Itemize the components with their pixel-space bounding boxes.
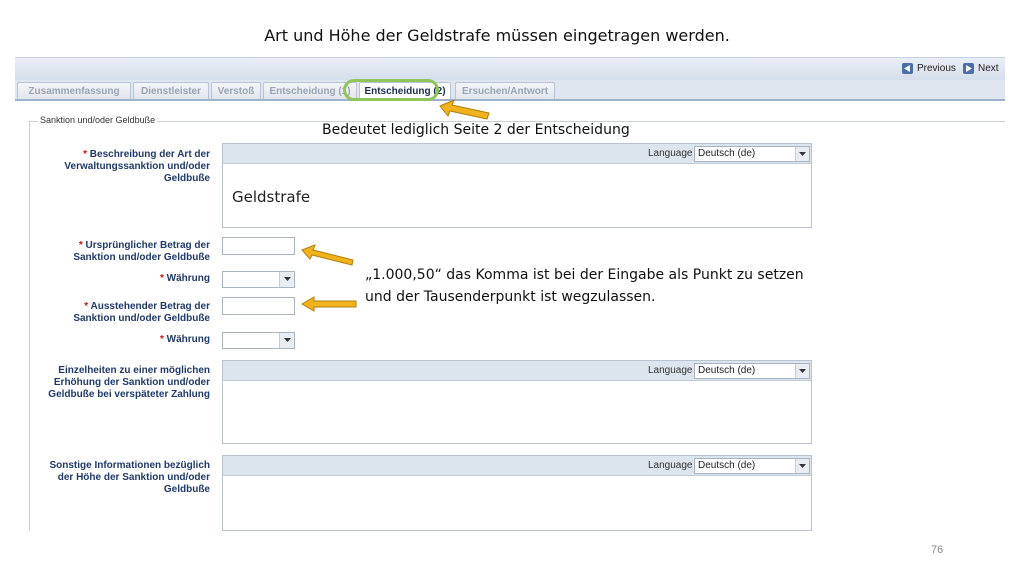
next-button[interactable]: Next [963, 63, 999, 74]
beschreibung-label: * Beschreibung der Art der Verwaltungssa… [40, 149, 210, 185]
sonstige-language-select[interactable]: Deutsch (de) [694, 458, 810, 474]
chevron-down-icon [795, 364, 809, 378]
tab-entscheidung-1[interactable]: Entscheidung (1) [263, 82, 357, 99]
amount-note: „1.000,50“ das Komma ist bei der Eingabe… [365, 264, 804, 308]
chevron-down-icon [795, 147, 809, 161]
arrow-right-icon [963, 63, 974, 74]
toolbar: Previous Next [15, 57, 1005, 80]
chevron-down-icon [279, 272, 294, 287]
language-label: Language [648, 460, 693, 471]
language-value: Deutsch (de) [698, 365, 756, 376]
tab-bar: Zusammenfassung Dienstleister Verstoß En… [15, 80, 1005, 101]
amount-note-arrow-1 [301, 244, 354, 266]
required-marker: * [159, 273, 164, 284]
required-marker: * [83, 149, 87, 160]
previous-label: Previous [917, 63, 956, 74]
tab-entscheidung-2[interactable]: Entscheidung (2) [359, 82, 451, 99]
language-value: Deutsch (de) [698, 148, 756, 159]
ausstehender-betrag-input[interactable] [222, 297, 295, 315]
urspruenglicher-betrag-label-text: Ursprünglicher Betrag der Sanktion und/o… [73, 240, 210, 263]
page-number: 76 [931, 544, 944, 556]
previous-button[interactable]: Previous [902, 63, 956, 74]
tab-ersuchen-antwort[interactable]: Ersuchen/Antwort [455, 82, 555, 99]
required-marker: * [78, 240, 83, 251]
waehrung-1-select[interactable] [222, 271, 295, 288]
chevron-down-icon [795, 459, 809, 473]
sanktion-legend: Sanktion und/oder Geldbuße [38, 115, 158, 125]
waehrung-1-label-text: Währung [166, 273, 210, 284]
amount-note-line-2: und der Tausenderpunkt ist wegzulassen. [365, 289, 656, 305]
einzelheiten-field[interactable]: Language Deutsch (de) [222, 360, 812, 444]
slide-title: Art und Höhe der Geldstrafe müssen einge… [264, 26, 730, 45]
sonstige-language-bar: Language Deutsch (de) [223, 456, 811, 476]
waehrung-2-select[interactable] [222, 332, 295, 349]
amount-note-arrow-2 [301, 296, 357, 312]
waehrung-1-label: * Währung [40, 273, 210, 285]
urspruenglicher-betrag-label: * Ursprünglicher Betrag der Sanktion und… [40, 240, 210, 264]
language-label: Language [648, 148, 693, 159]
tab-dienstleister[interactable]: Dienstleister [133, 82, 209, 99]
einzelheiten-language-select[interactable]: Deutsch (de) [694, 363, 810, 379]
language-value: Deutsch (de) [698, 460, 756, 471]
required-marker: * [84, 301, 89, 312]
waehrung-2-label-text: Währung [166, 334, 210, 345]
ausstehender-betrag-label: * Ausstehender Betrag der Sanktion und/o… [40, 301, 210, 325]
waehrung-2-label: * Währung [40, 334, 210, 346]
beschreibung-language-select[interactable]: Deutsch (de) [694, 146, 810, 162]
einzelheiten-language-bar: Language Deutsch (de) [223, 361, 811, 381]
beschreibung-field[interactable]: Language Deutsch (de) Geldstrafe [222, 143, 812, 228]
tab-zusammenfassung[interactable]: Zusammenfassung [17, 82, 131, 99]
chevron-down-icon [279, 333, 294, 348]
einzelheiten-label: Einzelheiten zu einer möglichen Erhöhung… [48, 365, 210, 400]
tab-verstoss[interactable]: Verstoß [211, 82, 261, 99]
beschreibung-language-bar: Language Deutsch (de) [223, 144, 811, 164]
urspruenglicher-betrag-input[interactable] [222, 237, 295, 255]
ausstehender-betrag-label-text: Ausstehender Betrag der Sanktion und/ode… [73, 301, 210, 324]
required-marker: * [159, 334, 164, 345]
next-label: Next [978, 63, 999, 74]
language-label: Language [648, 365, 693, 376]
sonstige-label: Sonstige Informationen bezüglich der Höh… [49, 460, 210, 495]
beschreibung-label-text: Beschreibung der Art der Verwaltungssank… [64, 149, 210, 184]
beschreibung-value[interactable]: Geldstrafe [232, 188, 310, 206]
arrow-left-icon [902, 63, 913, 74]
amount-note-line-1: „1.000,50“ das Komma ist bei der Eingabe… [365, 267, 804, 283]
sonstige-field[interactable]: Language Deutsch (de) [222, 455, 812, 531]
